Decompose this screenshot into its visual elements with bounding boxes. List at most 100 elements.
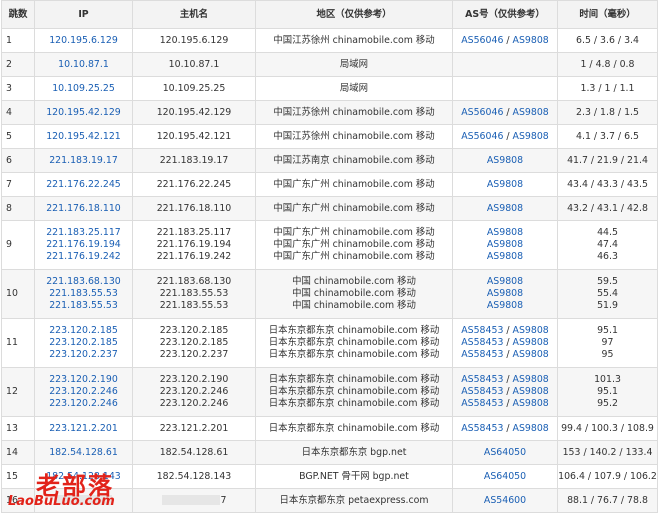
hostname-cell: 10.10.87.1: [132, 52, 256, 77]
hostname-text: 223.120.2.246: [159, 386, 229, 397]
hop-cell: 1: [1, 28, 35, 53]
ip-link[interactable]: 120.195.42.129: [36, 107, 132, 119]
as-link[interactable]: AS9808: [487, 300, 523, 311]
region-cell: 中国江苏徐州 chinamobile.com 移动: [255, 100, 453, 125]
ip-link[interactable]: 10.10.87.1: [36, 59, 132, 71]
region-text: 中国广东广州 chinamobile.com 移动: [273, 251, 435, 262]
hostname-cell: 221.176.18.110: [132, 196, 256, 221]
as-link[interactable]: AS9808: [513, 423, 549, 434]
ip-link[interactable]: 223.120.2.246: [36, 386, 132, 398]
table-row: 13 223.121.2.201 223.121.2.201 日本东京都东京 chin…: [1, 416, 658, 441]
ip-link[interactable]: 10.109.25.25: [36, 83, 132, 95]
hostname-text: 182.54.128.143: [156, 470, 232, 482]
ip-link[interactable]: 221.176.19.194: [36, 239, 132, 251]
as-link[interactable]: AS58453: [461, 386, 503, 397]
ip-link[interactable]: 223.120.2.185: [36, 325, 132, 337]
as-link[interactable]: AS58453: [461, 349, 503, 360]
as-link[interactable]: AS56046: [461, 131, 503, 142]
as-link[interactable]: AS54600: [484, 495, 526, 506]
as-link[interactable]: AS58453: [461, 325, 503, 336]
region-cell: 中国广东广州 chinamobile.com 移动: [255, 196, 453, 221]
as-link[interactable]: AS56046: [461, 107, 503, 118]
ip-link[interactable]: 221.176.22.245: [36, 179, 132, 191]
as-link[interactable]: AS9808: [513, 349, 549, 360]
table-row: 1 120.195.6.129 120.195.6.129 中国江苏徐州 chinam…: [1, 28, 658, 53]
hostname-text: 221.176.18.110: [156, 202, 232, 214]
ip-link[interactable]: 221.183.68.130: [36, 276, 132, 288]
as-link[interactable]: AS9808: [487, 239, 523, 250]
as-link[interactable]: AS9808: [487, 203, 523, 214]
as-link[interactable]: AS9808: [487, 155, 523, 166]
region-cell: 中国江苏南京 chinamobile.com 移动: [255, 148, 453, 173]
hop-cell: 3: [1, 76, 35, 101]
ip-link[interactable]: 221.176.18.110: [36, 203, 132, 215]
time-cell: 106.4 / 107.9 / 106.2: [557, 464, 658, 489]
region-text: 中国 chinamobile.com 移动: [292, 276, 416, 287]
region-text: 中国广东广州 chinamobile.com 移动: [273, 239, 435, 250]
ip-link[interactable]: 223.120.2.246: [36, 398, 132, 410]
as-link[interactable]: AS9808: [513, 325, 549, 336]
ip-link[interactable]: 221.176.19.242: [36, 251, 132, 263]
as-link[interactable]: AS9808: [513, 386, 549, 397]
as-link[interactable]: AS9808: [487, 179, 523, 190]
as-cell: AS9808: [452, 172, 558, 197]
ip-cell: 223.120.2.185 223.120.2.185 223.120.2.237: [34, 318, 133, 368]
table-row: 11 223.120.2.185 223.120.2.185 223.120.2.23…: [1, 318, 658, 368]
as-link[interactable]: AS9808: [513, 107, 549, 118]
ip-link[interactable]: 223.120.2.237: [36, 349, 132, 361]
as-link[interactable]: AS64050: [484, 471, 526, 482]
region-cell: 中国广东广州 chinamobile.com 移动 中国广东广州 chinamob…: [255, 220, 453, 270]
as-link[interactable]: AS9808: [487, 251, 523, 262]
hostname-text: 221.176.22.245: [156, 178, 232, 190]
ip-link[interactable]: 120.195.42.121: [36, 131, 132, 143]
hop-cell: 2: [1, 52, 35, 77]
as-link[interactable]: AS9808: [513, 35, 549, 46]
hop-cell: 5: [1, 124, 35, 149]
table-row: 10 221.183.68.130 221.183.55.53 221.183.55.…: [1, 269, 658, 319]
as-link[interactable]: AS58453: [461, 423, 503, 434]
ip-link[interactable]: 182.54.128.61: [36, 447, 132, 459]
as-line: AS56046 / AS9808: [454, 35, 557, 47]
as-separator: /: [503, 349, 513, 360]
hostname-text: 120.195.6.129: [159, 34, 229, 46]
as-link[interactable]: AS58453: [461, 337, 503, 348]
ip-link[interactable]: 221.183.55.53: [36, 288, 132, 300]
ip-link[interactable]: 182.54.128.143: [36, 471, 132, 483]
as-link[interactable]: AS9808: [513, 374, 549, 385]
as-link[interactable]: AS58453: [461, 398, 503, 409]
time-text: 43.4 / 43.3 / 43.5: [567, 178, 648, 190]
ip-link[interactable]: 221.183.19.17: [36, 155, 132, 167]
time-text: 97: [601, 337, 614, 348]
hostname-text: 221.176.19.194: [156, 239, 232, 250]
time-cell: 99.4 / 100.3 / 108.9: [557, 416, 658, 441]
hostname-text: 221.176.19.242: [156, 251, 232, 262]
ip-link[interactable]: 221.183.55.53: [36, 300, 132, 312]
as-link[interactable]: AS9808: [487, 227, 523, 238]
as-link[interactable]: AS9808: [487, 288, 523, 299]
as-link[interactable]: AS58453: [461, 374, 503, 385]
region-text: 中国 chinamobile.com 移动: [292, 288, 416, 299]
ip-cell: 221.183.68.130 221.183.55.53 221.183.55.53: [34, 269, 133, 319]
ip-cell: [34, 488, 133, 513]
header-region: 地区（仅供参考）: [255, 0, 453, 29]
hostname-text: 182.54.128.61: [159, 446, 229, 458]
as-link[interactable]: AS9808: [513, 131, 549, 142]
as-separator: /: [503, 325, 513, 336]
ip-link[interactable]: 120.195.6.129: [36, 35, 132, 47]
as-link[interactable]: AS9808: [513, 337, 549, 348]
table-body: 1 120.195.6.129 120.195.6.129 中国江苏徐州 chinam…: [1, 28, 658, 513]
hostname-text: 120.195.42.121: [156, 130, 232, 142]
ip-link[interactable]: 223.121.2.201: [36, 423, 132, 435]
hostname-cell: 221.183.19.17: [132, 148, 256, 173]
ip-link[interactable]: 223.120.2.185: [36, 337, 132, 349]
as-cell: AS9808: [452, 196, 558, 221]
as-link[interactable]: AS9808: [513, 398, 549, 409]
as-link[interactable]: AS9808: [487, 276, 523, 287]
as-link[interactable]: AS64050: [484, 447, 526, 458]
region-text: 局域网: [339, 58, 369, 70]
ip-link[interactable]: 223.120.2.190: [36, 374, 132, 386]
as-link[interactable]: AS56046: [461, 35, 503, 46]
time-text: 46.3: [597, 251, 618, 262]
as-cell: AS56046 / AS9808: [452, 100, 558, 125]
ip-link[interactable]: 221.183.25.117: [36, 227, 132, 239]
